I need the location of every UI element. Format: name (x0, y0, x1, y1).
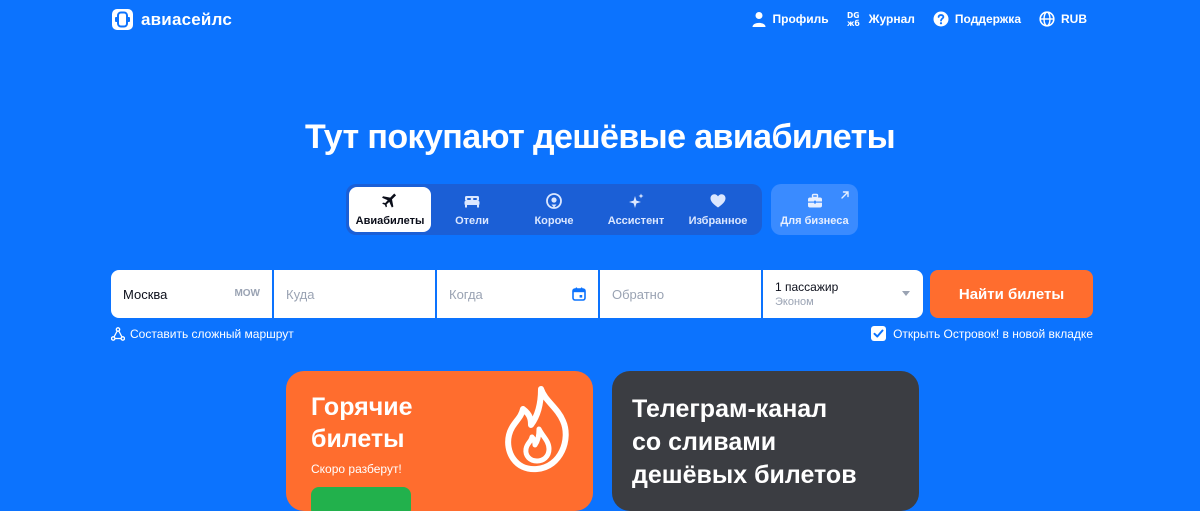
passengers-summary: 1 пассажир Эконом (775, 280, 838, 308)
tab-favorites[interactable]: Избранное (677, 187, 759, 232)
person-icon (752, 12, 765, 27)
bed-icon (464, 195, 480, 207)
tab-business[interactable]: Для бизнеса (771, 184, 858, 235)
top-nav: Профиль DG жб Журнал Поддержка RUB (751, 11, 1087, 27)
top-bar: авиасейлс Профиль DG жб Журнал Поддержка (0, 0, 1200, 40)
find-tickets-button[interactable]: Найти билеты (930, 270, 1093, 318)
origin-value: Москва (123, 286, 168, 302)
passengers-count: 1 пассажир (775, 280, 839, 294)
location-pin-icon (546, 192, 562, 209)
nav-support[interactable]: Поддержка (933, 11, 1021, 27)
nav-profile[interactable]: Профиль (751, 11, 829, 27)
origin-field[interactable]: Москва MOW (111, 270, 272, 318)
complex-route-label: Составить сложный маршрут (130, 327, 294, 341)
telegram-channel-card[interactable]: Телеграм-канал со сливами дешёвых билето… (612, 371, 919, 511)
passengers-select[interactable]: 1 пассажир Эконом (763, 270, 923, 318)
route-icon (111, 327, 125, 341)
journal-icon: DG жб (847, 11, 860, 27)
depart-placeholder: Когда (449, 286, 483, 302)
tab-business-label: Для бизнеса (780, 214, 849, 227)
ostrovok-checkbox[interactable] (871, 326, 887, 341)
plane-icon (382, 193, 397, 207)
tab-hotels[interactable]: Отели (431, 187, 513, 232)
passengers-class: Эконом (775, 296, 814, 308)
calendar-icon[interactable] (572, 287, 586, 301)
aviasales-logo-icon (112, 9, 133, 30)
sparkles-icon (629, 193, 644, 208)
external-arrow-icon (841, 191, 849, 199)
depart-date-field[interactable]: Когда (437, 270, 598, 318)
destination-placeholder: Куда (286, 286, 315, 302)
tab-favorites-label: Избранное (688, 214, 748, 227)
origin-iata: MOW (234, 288, 260, 299)
tab-hotels-label: Отели (455, 214, 489, 227)
ostrovok-toggle[interactable]: Открыть Островок! в новой вкладке (871, 326, 1093, 341)
service-tabs: Авиабилеты Отели Короче Ассистент Избран… (346, 184, 762, 235)
checkmark-icon (873, 329, 884, 338)
brand-name: авиасейлс (141, 9, 233, 29)
nav-journal[interactable]: DG жб Журнал (847, 11, 915, 27)
chevron-down-icon (902, 291, 910, 296)
hot-tickets-card[interactable]: Горячие билеты Скоро разберут! (286, 371, 593, 511)
heart-icon (710, 193, 726, 207)
globe-icon (1039, 11, 1055, 27)
nav-profile-label: Профиль (772, 12, 829, 26)
tab-koroche-label: Короче (534, 214, 574, 227)
return-placeholder: Обратно (612, 286, 665, 302)
nav-currency[interactable]: RUB (1039, 11, 1087, 27)
tab-assistant[interactable]: Ассистент (595, 187, 677, 232)
brand-logo[interactable]: авиасейлс (112, 9, 232, 30)
tab-koroche[interactable]: Короче (513, 187, 595, 232)
hot-tickets-button[interactable] (311, 487, 411, 511)
fire-icon (505, 386, 569, 473)
hero-title: Тут покупают дешёвые авиабилеты (304, 118, 896, 156)
nav-currency-label: RUB (1061, 12, 1087, 26)
tab-assistant-label: Ассистент (607, 214, 665, 227)
help-icon (933, 11, 949, 27)
destination-field[interactable]: Куда (274, 270, 435, 318)
complex-route-link[interactable]: Составить сложный маршрут (111, 327, 294, 341)
ostrovok-label: Открыть Островок! в новой вкладке (893, 326, 1093, 341)
nav-support-label: Поддержка (954, 12, 1021, 26)
search-form: Москва MOW Куда Когда Обратно 1 пассажир… (111, 270, 923, 318)
briefcase-icon (807, 193, 822, 207)
return-date-field[interactable]: Обратно (600, 270, 761, 318)
svg-text:жб: жб (847, 19, 860, 27)
telegram-channel-title: Телеграм-канал со сливами дешёвых билето… (632, 395, 857, 489)
tab-flights-label: Авиабилеты (355, 214, 425, 227)
tab-flights[interactable]: Авиабилеты (349, 187, 431, 232)
nav-journal-label: Журнал (868, 12, 915, 26)
